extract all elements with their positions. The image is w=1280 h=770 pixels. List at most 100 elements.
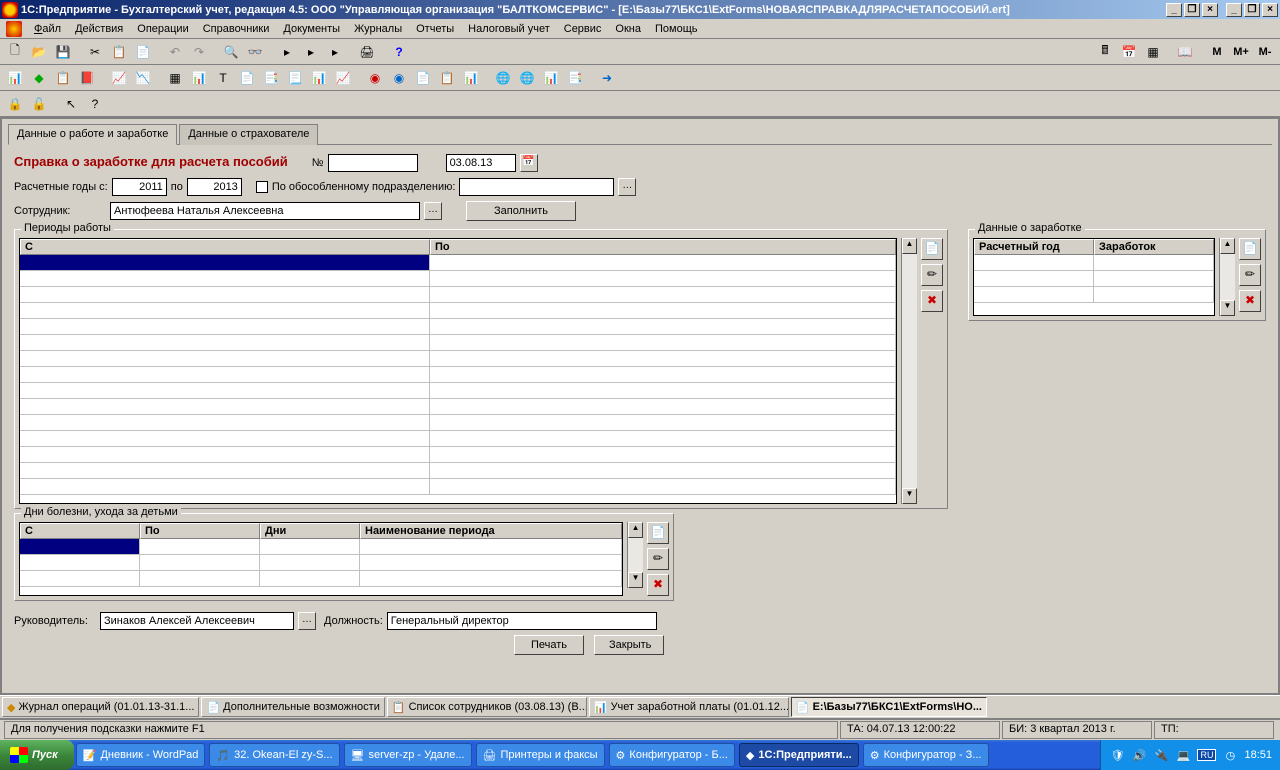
new-icon[interactable]: 🗋 [4,41,26,63]
tb2-6[interactable]: 📉 [132,67,154,89]
copy-icon[interactable]: 📋 [108,41,130,63]
table-row[interactable] [20,555,622,571]
menu-file[interactable]: Файл [28,21,67,37]
undo-icon[interactable]: ↶ [164,41,186,63]
doc-button-extras[interactable]: 📄Дополнительные возможности [201,697,384,717]
mdi-minimize-button[interactable]: _ [1226,3,1242,17]
col-year[interactable]: Расчетный год [974,239,1094,255]
col-sick-name[interactable]: Наименование периода [360,523,622,539]
task-config1[interactable]: ⚙ Конфигуратор - Б... [609,743,735,767]
start-button[interactable]: Пуск [0,740,74,770]
minimize-button[interactable]: _ [1166,3,1182,17]
tb2-17[interactable]: 📄 [412,67,434,89]
open-icon[interactable]: 📂 [28,41,50,63]
calendar-icon[interactable]: 📅 [1118,41,1140,63]
table-row[interactable] [20,539,622,555]
arrow1-icon[interactable]: ▸ [276,41,298,63]
earnings-delete-button[interactable]: ✖ [1239,290,1261,312]
table-row[interactable] [974,271,1214,287]
position-input[interactable] [387,612,657,630]
doc-button-employees[interactable]: 📋Список сотрудников (03.08.13) (В... [387,697,587,717]
earnings-edit-button[interactable]: ✏ [1239,264,1261,286]
task-media[interactable]: 🎵 32. Okean-El zy-S... [209,743,339,767]
menu-journals[interactable]: Журналы [348,21,408,37]
employee-input[interactable] [110,202,420,220]
table-row[interactable] [20,271,896,287]
close-form-button[interactable]: Закрыть [594,635,664,655]
earnings-table[interactable]: Расчетный год Заработок [973,238,1215,316]
tb3-4[interactable]: ? [84,93,106,115]
close-button[interactable]: × [1202,3,1218,17]
mminus-button[interactable]: М- [1254,41,1276,63]
language-indicator[interactable]: RU [1197,749,1216,761]
restore-button[interactable]: ❐ [1184,3,1200,17]
tray-icon-3[interactable]: 🔌 [1153,747,1169,763]
table-row[interactable] [20,463,896,479]
col-sick-to[interactable]: По [140,523,260,539]
tb2-5[interactable]: 📈 [108,67,130,89]
redo-icon[interactable]: ↷ [188,41,210,63]
table-row[interactable] [20,383,896,399]
arrow3-icon[interactable]: ▸ [324,41,346,63]
tb2-2[interactable]: ◆ [28,67,50,89]
paste-icon[interactable]: 📄 [132,41,154,63]
arrow2-icon[interactable]: ▸ [300,41,322,63]
table-row[interactable] [20,351,896,367]
menu-refs[interactable]: Справочники [197,21,276,37]
table-row[interactable] [20,303,896,319]
head-input[interactable] [100,612,294,630]
tray-icon-2[interactable]: 🔊 [1131,747,1147,763]
sickdays-edit-button[interactable]: ✏ [647,548,669,570]
print-button[interactable]: Печать [514,635,584,655]
menu-reports[interactable]: Отчеты [410,21,460,37]
periods-table[interactable]: С По [19,238,897,504]
col-to[interactable]: По [430,239,896,255]
table-row[interactable] [20,571,622,587]
sickdays-scrollbar[interactable]: ▲▼ [627,522,643,588]
periods-scrollbar[interactable]: ▲▼ [901,238,917,504]
tb3-3[interactable]: ↖ [60,93,82,115]
subdivision-checkbox[interactable] [256,181,268,193]
col-sick-days[interactable]: Дни [260,523,360,539]
save-icon[interactable]: 💾 [52,41,74,63]
menu-help[interactable]: Помощь [649,21,704,37]
table-row[interactable] [20,399,896,415]
menu-tax[interactable]: Налоговый учет [462,21,556,37]
tray-icon-5[interactable]: ◷ [1222,747,1238,763]
task-printers[interactable]: 🖨 Принтеры и факсы [476,743,605,767]
calc-icon[interactable]: 🖩 [1094,41,1116,63]
find-icon[interactable]: 🔍 [220,41,242,63]
tb2-22[interactable]: 📊 [540,67,562,89]
grid-icon[interactable]: ▦ [1142,41,1164,63]
table-row[interactable] [20,479,896,495]
earnings-scrollbar[interactable]: ▲▼ [1219,238,1235,316]
col-sick-from[interactable]: С [20,523,140,539]
tb2-9[interactable]: Т [212,67,234,89]
tray-icon-4[interactable]: 💻 [1175,747,1191,763]
table-row[interactable] [974,287,1214,303]
table-row[interactable] [20,367,896,383]
col-earn[interactable]: Заработок [1094,239,1214,255]
fill-button[interactable]: Заполнить [466,201,576,221]
help-icon[interactable]: ? [388,41,410,63]
task-config2[interactable]: ⚙ Конфигуратор - З... [863,743,989,767]
number-input[interactable] [328,154,418,172]
tray-icon-1[interactable]: 🛡 [1109,747,1125,763]
tb2-15[interactable]: ◉ [364,67,386,89]
earnings-add-button[interactable]: 📄 [1239,238,1261,260]
employee-select-button[interactable]: … [424,202,442,220]
cut-icon[interactable]: ✂ [84,41,106,63]
tb2-13[interactable]: 📊 [308,67,330,89]
menu-service[interactable]: Сервис [558,21,608,37]
subdivision-input[interactable] [459,178,614,196]
tb2-12[interactable]: 📃 [284,67,306,89]
table-row[interactable] [20,431,896,447]
year-from-input[interactable] [112,178,167,196]
tb2-24[interactable]: ➜ [596,67,618,89]
subdivision-select-button[interactable]: … [618,178,636,196]
table-row[interactable] [20,415,896,431]
doc-button-journal[interactable]: ◆Журнал операций (01.01.13-31.1... [2,697,199,717]
tab-work-earnings[interactable]: Данные о работе и заработке [8,124,177,145]
doc-button-current[interactable]: 📄E:\Базы77\БКС1\ExtForms\НО... [791,697,987,717]
periods-delete-button[interactable]: ✖ [921,290,943,312]
